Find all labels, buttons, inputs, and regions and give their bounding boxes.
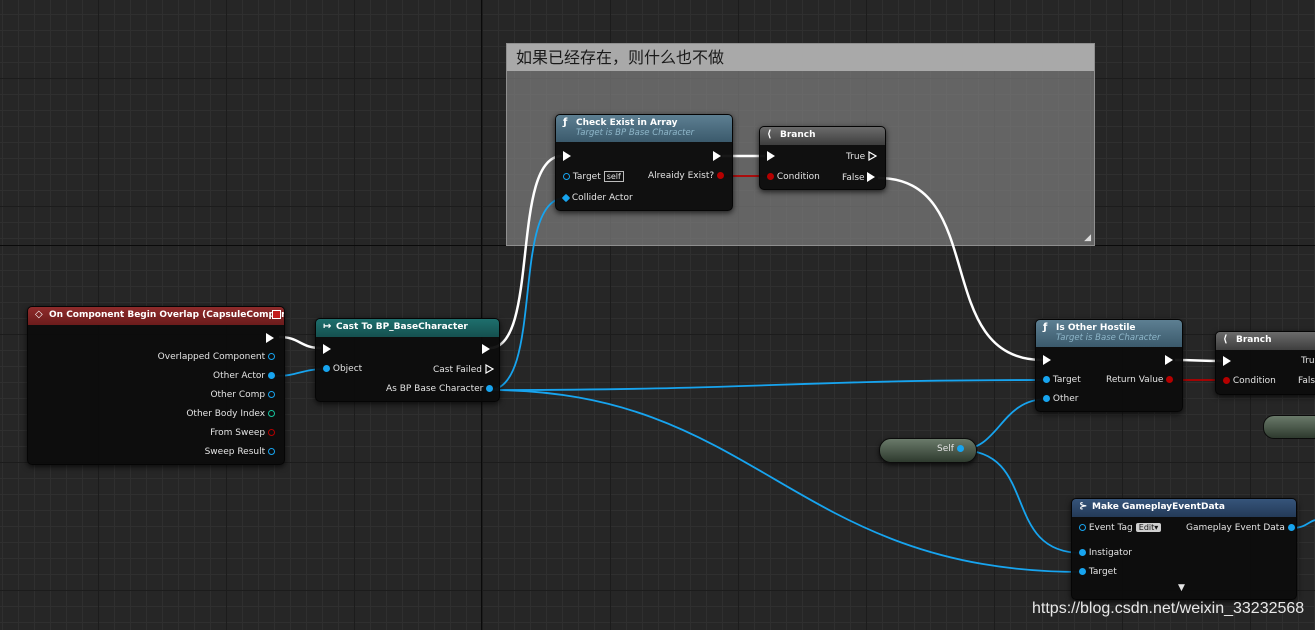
branch-icon: ⟨ (767, 129, 772, 140)
as-bp-base-character-pin[interactable]: As BP Base Character (386, 384, 494, 394)
condition-pin[interactable]: Condition (767, 172, 820, 182)
exec-out-pin[interactable] (1165, 355, 1173, 366)
function-icon: ƒ (1043, 322, 1048, 333)
node-title: Make GameplayEventData (1092, 502, 1225, 512)
already-exist-pin[interactable]: Alreaidy Exist? (648, 171, 724, 181)
node-title: Check Exist in Array (576, 118, 678, 128)
gameplay-event-data-pin[interactable]: Gameplay Event Data (1186, 523, 1295, 533)
make-gameplay-event-data-node[interactable]: ⊱ Make GameplayEventData Event Tag Edit▾ … (1071, 498, 1297, 600)
cast-node[interactable]: ↦ Cast To BP_BaseCharacter Object Cast F… (315, 318, 500, 402)
other-comp-pin[interactable]: Other Comp (210, 390, 275, 400)
exec-in-pin[interactable] (1043, 355, 1051, 366)
node-title: Branch (780, 130, 816, 140)
variable-node-partial[interactable] (1263, 415, 1315, 439)
exec-out-pin[interactable] (482, 344, 490, 355)
other-pin[interactable]: Other (1043, 394, 1078, 404)
false-pin[interactable]: False (842, 172, 876, 183)
event-tag-pin[interactable]: Event Tag Edit▾ (1079, 523, 1162, 533)
target-pin[interactable]: Target (1079, 567, 1117, 577)
exec-in-pin[interactable] (767, 151, 775, 162)
target-pin[interactable]: Target self (563, 171, 624, 182)
exec-wire-cast-to-check (489, 154, 563, 350)
exec-in-pin[interactable] (563, 151, 571, 162)
exec-out-pin[interactable] (713, 151, 721, 162)
object-wire-self-to-instigator (958, 449, 1083, 554)
collider-actor-pin[interactable]: Collider Actor (561, 193, 633, 203)
branch-node-2[interactable]: ⟨ Branch Tru Condition Fals (1215, 331, 1315, 395)
exec-out-pin[interactable] (266, 333, 274, 344)
branch-node-1[interactable]: ⟨ Branch True Condition False (759, 126, 886, 190)
node-subtitle: Target is Base Character (1056, 333, 1161, 343)
edit-tag-button[interactable]: Edit▾ (1135, 523, 1162, 532)
return-value-pin[interactable]: Return Value (1106, 375, 1174, 385)
node-title: Is Other Hostile (1056, 323, 1136, 333)
instigator-pin[interactable]: Instigator (1079, 548, 1132, 558)
self-out-pin[interactable]: Self (937, 444, 964, 454)
condition-pin[interactable]: Condition (1223, 376, 1276, 386)
function-icon: ƒ (563, 117, 568, 128)
target-default-box[interactable]: self (603, 171, 624, 182)
false-pin[interactable]: Fals (1298, 376, 1315, 386)
exec-in-pin[interactable] (323, 344, 331, 355)
delegate-pin-icon[interactable] (272, 310, 281, 319)
other-body-index-pin[interactable]: Other Body Index (186, 409, 275, 419)
target-pin[interactable]: Target (1043, 375, 1081, 385)
expand-arrow-icon[interactable]: ▼ (1178, 583, 1185, 593)
object-wire-asbp-to-collider (488, 197, 566, 391)
node-title: Branch (1236, 335, 1272, 345)
sweep-result-pin[interactable]: Sweep Result (205, 447, 275, 457)
object-wire-asbp-to-make-target (488, 389, 1083, 573)
make-struct-icon: ⊱ (1079, 501, 1088, 512)
check-exist-node[interactable]: ƒ Check Exist in Array Target is BP Base… (555, 114, 733, 211)
overlapped-component-pin[interactable]: Overlapped Component (158, 352, 275, 362)
exec-wire-branch1-false-to-hostile (877, 176, 1044, 362)
node-subtitle: Target is BP Base Character (576, 128, 695, 138)
cast-arrow-icon: ↦ (323, 321, 332, 332)
true-pin[interactable]: Tru (1301, 356, 1315, 366)
other-actor-pin[interactable]: Other Actor (213, 371, 275, 381)
watermark: https://blog.csdn.net/weixin_33232568 (1032, 600, 1305, 617)
object-pin[interactable]: Object (323, 364, 362, 374)
self-reference-node[interactable]: Self (879, 438, 977, 463)
branch-icon: ⟨ (1223, 334, 1228, 345)
cast-failed-pin[interactable]: Cast Failed (433, 364, 494, 375)
from-sweep-pin[interactable]: From Sweep (210, 428, 275, 438)
object-wire-asbp-to-hostile-target (488, 379, 1048, 391)
event-diamond-icon: ◇ (35, 309, 43, 320)
on-overlap-event-node[interactable]: ◇ On Component Begin Overlap (CapsuleCom… (27, 306, 285, 465)
exec-in-pin[interactable] (1223, 356, 1231, 367)
node-title: On Component Begin Overlap (CapsuleCompo… (49, 310, 284, 320)
node-title: Cast To BP_BaseCharacter (336, 322, 468, 332)
is-other-hostile-node[interactable]: ƒ Is Other Hostile Target is Base Charac… (1035, 319, 1183, 412)
true-pin[interactable]: True (846, 151, 877, 162)
